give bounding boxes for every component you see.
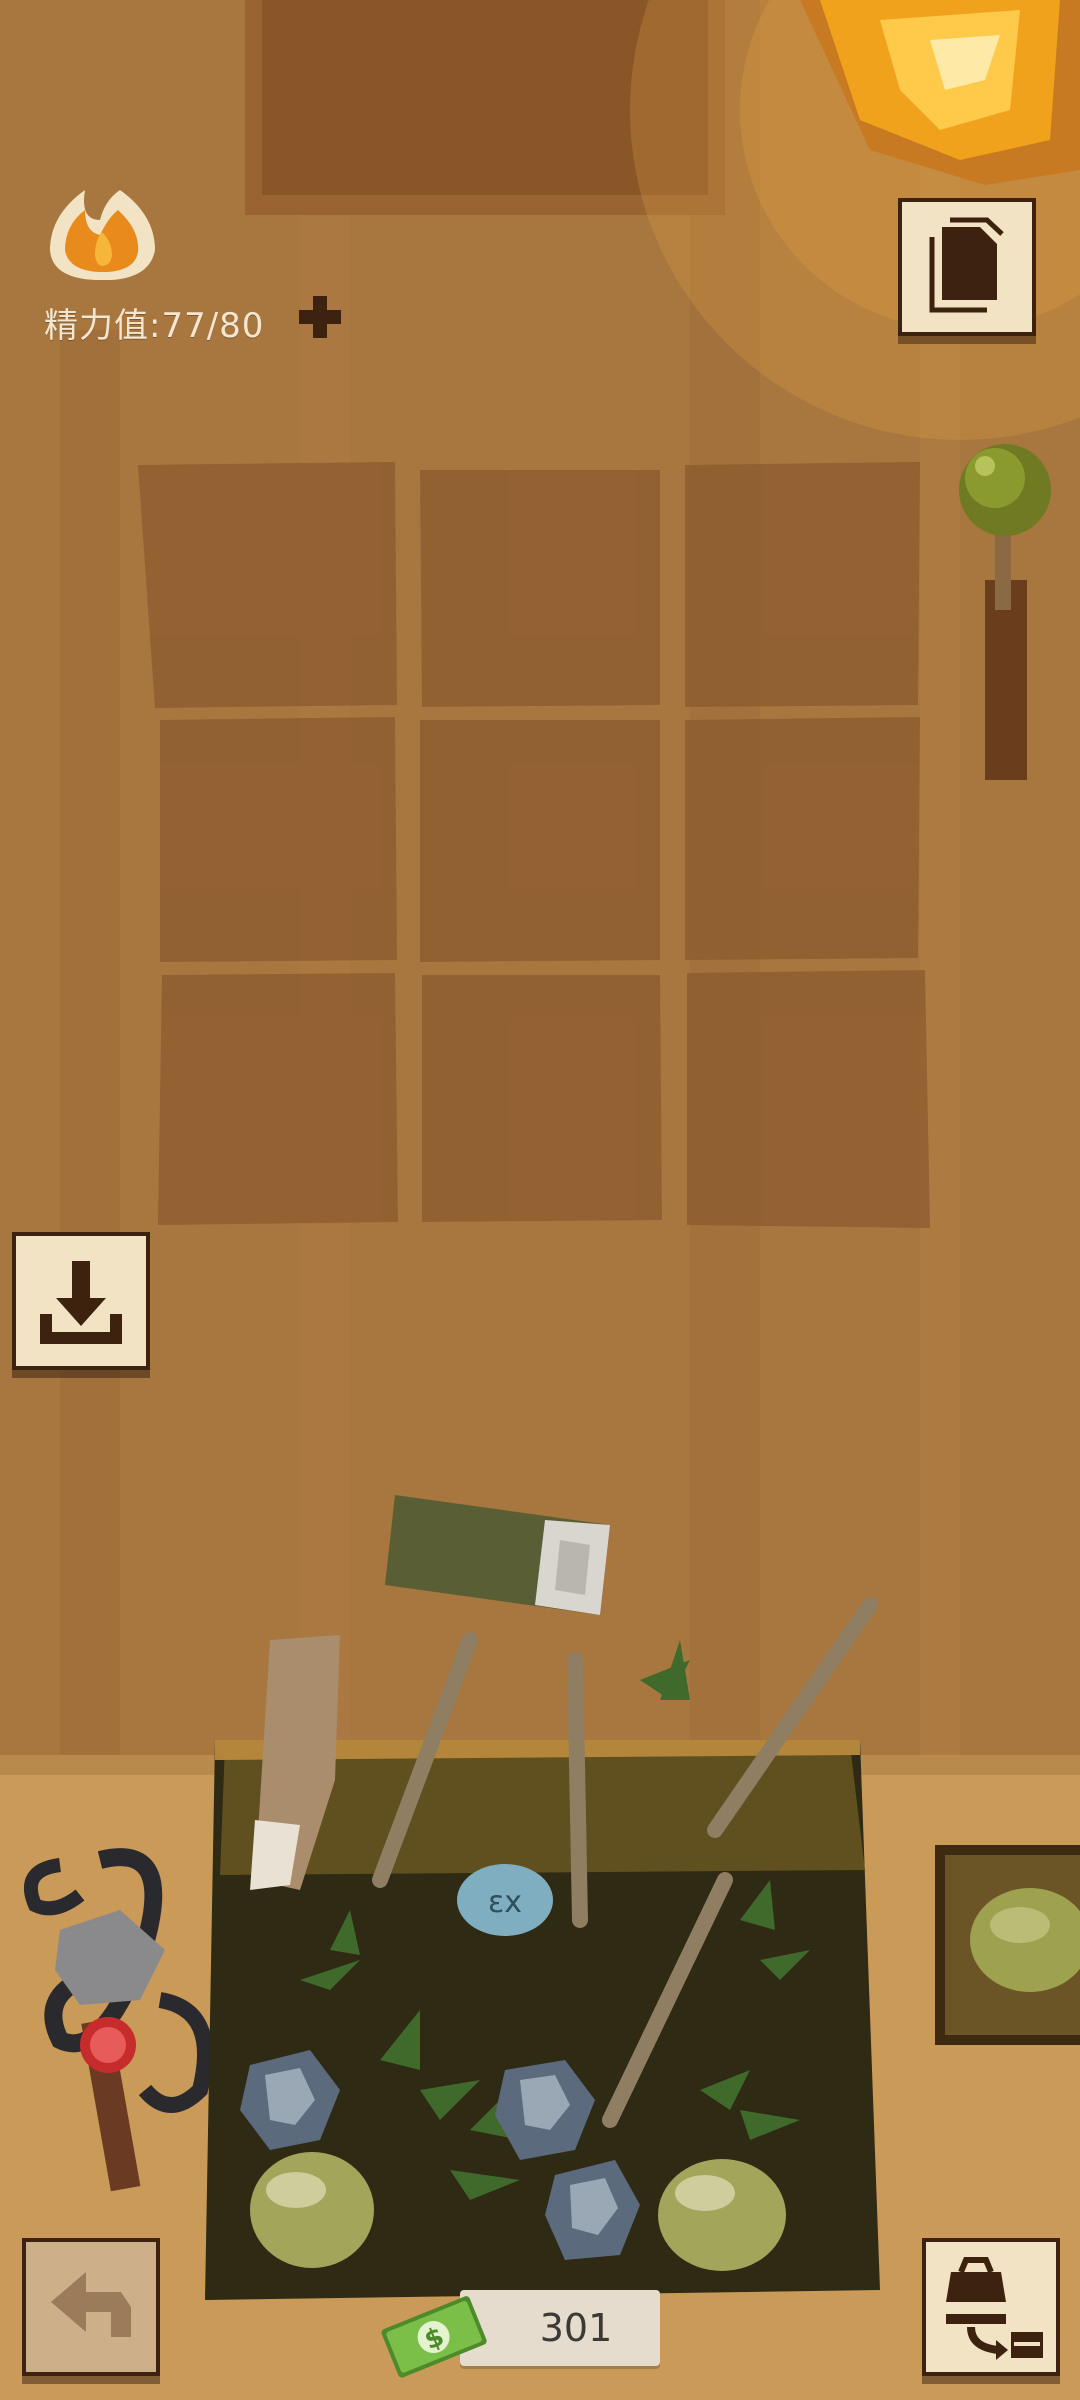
download-button[interactable] [12, 1232, 150, 1370]
money-value: 301 [539, 2306, 613, 2350]
side-crate [935, 1845, 1080, 2045]
room-scene: ɛx [0, 0, 1080, 2400]
plus-icon [299, 296, 341, 338]
window-grid [138, 462, 930, 1228]
inventory-transfer-button[interactable] [922, 2238, 1060, 2376]
undo-arrow-icon [51, 2272, 131, 2337]
flame-icon [50, 190, 155, 280]
documents-icon [929, 217, 1004, 313]
download-icon [40, 1261, 122, 1344]
documents-button[interactable] [898, 198, 1036, 336]
energy-panel: 精力值:77/80 [40, 180, 400, 346]
undo-button[interactable] [22, 2238, 160, 2376]
cash-icon: $ [381, 2296, 487, 2378]
svg-text:ɛx: ɛx [488, 1885, 522, 1920]
backpack-chest-icon [946, 2257, 1043, 2360]
energy-value: 精力值:77/80 [44, 306, 265, 346]
add-energy-button[interactable] [295, 292, 345, 342]
seed-tag[interactable]: ɛx [457, 1864, 553, 1936]
